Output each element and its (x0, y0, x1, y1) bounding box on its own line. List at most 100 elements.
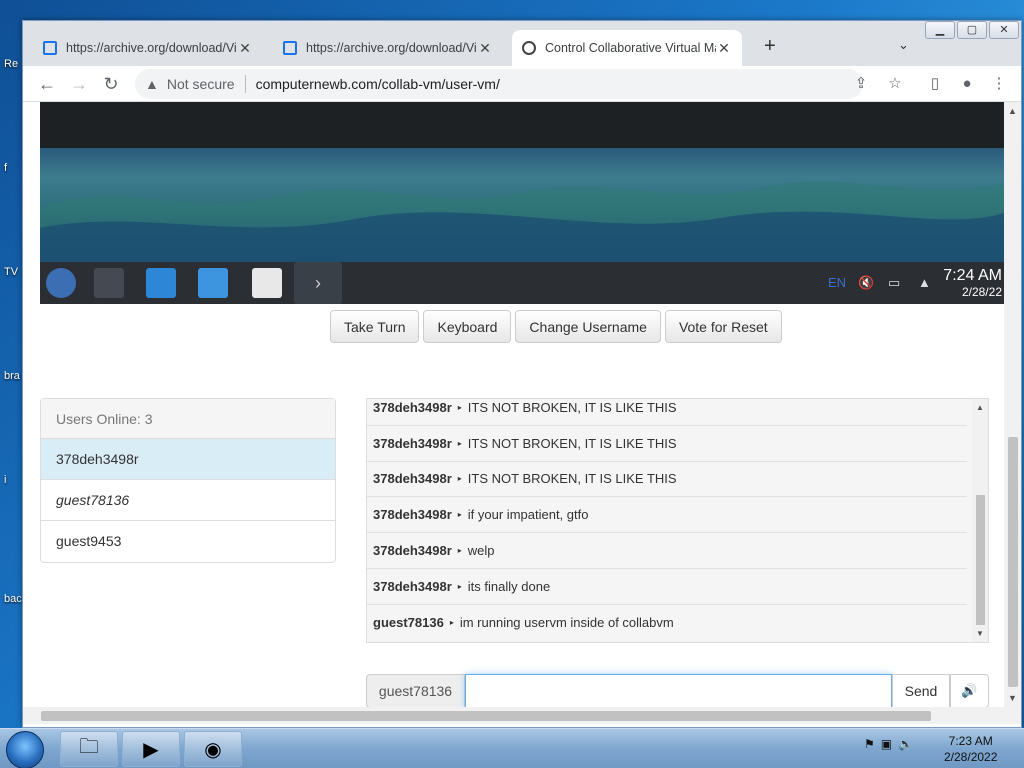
network-icon[interactable]: ▣ (881, 737, 892, 751)
vm-lang-indicator[interactable]: EN (828, 275, 846, 290)
bookmark-star-icon[interactable]: ☆ (885, 74, 905, 94)
chat-message: 378deh3498r ▸ ITS NOT BROKEN, IT IS LIKE… (367, 426, 967, 462)
chat-message-input[interactable] (465, 674, 892, 707)
chat-username[interactable]: guest78136 (373, 615, 444, 630)
desktop-icon-label[interactable]: f (4, 162, 7, 174)
users-online-panel: Users Online: 3 378deh3498r guest78136 g… (40, 398, 336, 563)
text-editor-icon[interactable] (252, 268, 282, 298)
page-horizontal-scrollbar[interactable] (23, 707, 1021, 724)
new-tab-button[interactable]: + (764, 35, 776, 58)
chat-username[interactable]: 378deh3498r (373, 471, 452, 486)
fedora-logo-icon[interactable] (46, 268, 76, 298)
software-store-icon[interactable] (146, 268, 176, 298)
chat-username-addon: guest78136 (366, 674, 465, 707)
take-turn-button[interactable]: Take Turn (330, 310, 420, 343)
profile-avatar-icon[interactable]: ● (957, 74, 977, 94)
vm-tray-expand-icon[interactable]: ▲ (918, 275, 931, 290)
chat-message: 378deh3498r ▸ welp (367, 533, 967, 569)
desktop-icon-label[interactable]: TV (4, 266, 18, 278)
user-list-item[interactable]: 378deh3498r (41, 439, 335, 480)
windows-clock[interactable]: 7:23 AM 2/28/2022 (944, 733, 997, 765)
minimize-button[interactable]: ▁ (925, 21, 955, 39)
chat-arrow-icon: ▸ (457, 510, 462, 519)
volume-icon[interactable]: 🔈 (898, 737, 913, 751)
chat-message: 378deh3498r ▸ ITS NOT BROKEN, IT IS LIKE… (367, 461, 967, 497)
browser-tab[interactable]: https://archive.org/download/Vir ✕ (33, 30, 263, 66)
chat-text: ITS NOT BROKEN, IT IS LIKE THIS (467, 436, 677, 451)
scroll-up-arrow-icon[interactable]: ▲ (1004, 106, 1021, 116)
vm-clock[interactable]: 7:24 AM 2/28/22 (943, 267, 1002, 299)
chat-text: ITS NOT BROKEN, IT IS LIKE THIS (467, 471, 677, 486)
user-list-item[interactable]: guest9453 (41, 521, 335, 562)
omnibox-divider (244, 75, 246, 93)
maximize-button[interactable]: ▢ (957, 21, 987, 39)
side-panel-icon[interactable]: ▯ (925, 74, 945, 94)
vote-reset-button[interactable]: Vote for Reset (664, 310, 782, 343)
desktop-icon-label[interactable]: bra (4, 370, 20, 382)
kebab-menu-icon[interactable]: ⋮ (989, 74, 1009, 94)
archive-favicon-icon (43, 41, 57, 55)
back-arrow-icon[interactable]: ← (35, 72, 59, 96)
file-explorer-taskbar-icon[interactable]: 🗀 (60, 731, 118, 767)
close-window-button[interactable]: ✕ (989, 21, 1019, 39)
change-username-button[interactable]: Change Username (515, 310, 661, 343)
browser-window: https://archive.org/download/Vir ✕ https… (22, 20, 1022, 728)
chat-message: 378deh3498r ▸ ITS NOT BROKEN, IT IS LIKE… (367, 399, 967, 426)
tab-title: https://archive.org/download/Vir (66, 41, 237, 55)
media-player-taskbar-icon[interactable]: ▶ (122, 731, 180, 767)
user-list-item[interactable]: guest78136 (41, 480, 335, 521)
chat-username[interactable]: 378deh3498r (373, 543, 452, 558)
desktop-icon-label[interactable]: bac (4, 593, 22, 605)
settings-sliders-icon[interactable] (94, 268, 124, 298)
share-icon[interactable]: ⇪ (851, 74, 871, 94)
chat-arrow-icon: ▸ (457, 582, 462, 591)
page-scroll-thumb[interactable] (1008, 437, 1018, 687)
desktop-icon-label[interactable]: Re (4, 58, 18, 70)
start-button[interactable] (6, 731, 44, 768)
chat-scrollbar[interactable]: ▲ ▼ (972, 399, 988, 642)
chat-username[interactable]: 378deh3498r (373, 579, 452, 594)
horizontal-scroll-thumb[interactable] (41, 711, 931, 721)
vm-network-icon[interactable]: ▭ (888, 275, 900, 291)
chat-arrow-icon: ▸ (457, 403, 462, 412)
action-center-icon[interactable]: ⚑ (864, 737, 875, 751)
url-text[interactable]: computernewb.com/collab-vm/user-vm/ (256, 76, 500, 92)
close-tab-icon[interactable]: ✕ (716, 40, 732, 57)
chat-username[interactable]: 378deh3498r (373, 400, 452, 415)
vm-screen[interactable]: › EN 🔇 ▭ ▲ 7:24 AM 2/28/22 (40, 102, 1004, 304)
scroll-down-arrow-icon[interactable]: ▼ (1004, 693, 1021, 703)
chat-message: 378deh3498r ▸ its finally done (367, 569, 967, 605)
vm-date: 2/28/22 (961, 285, 1002, 299)
tab-search-chevron-icon[interactable]: ⌄ (898, 37, 909, 53)
warning-triangle-icon[interactable]: ▲ (145, 76, 159, 92)
browser-tab[interactable]: https://archive.org/download/Vir ✕ (273, 30, 503, 66)
browser-tab-active[interactable]: Control Collaborative Virtual Ma ✕ (512, 30, 742, 66)
folder-icon[interactable] (198, 268, 228, 298)
forward-arrow-icon[interactable]: → (67, 72, 91, 96)
chrome-taskbar-icon[interactable]: ◉ (184, 731, 242, 767)
send-button[interactable]: Send (892, 674, 950, 707)
windows-time: 7:23 AM (948, 734, 993, 748)
users-online-header: Users Online: 3 (41, 399, 335, 439)
chat-text: if your impatient, gtfo (467, 507, 589, 522)
terminal-icon[interactable]: › (294, 262, 342, 304)
security-status[interactable]: Not secure (167, 76, 235, 92)
reload-icon[interactable]: ↻ (99, 72, 123, 96)
close-tab-icon[interactable]: ✕ (477, 40, 493, 57)
page-content: › EN 🔇 ▭ ▲ 7:24 AM 2/28/22 Take Turn Key… (23, 102, 1005, 707)
scroll-up-arrow-icon[interactable]: ▲ (972, 403, 988, 412)
close-tab-icon[interactable]: ✕ (237, 40, 253, 57)
chat-username[interactable]: 378deh3498r (373, 507, 452, 522)
desktop-icon-label[interactable]: i (4, 474, 6, 486)
scroll-down-arrow-icon[interactable]: ▼ (972, 629, 988, 638)
keyboard-button[interactable]: Keyboard (423, 310, 512, 343)
chat-scroll-thumb[interactable] (976, 495, 985, 625)
windows-date: 2/28/2022 (944, 750, 998, 764)
address-bar[interactable]: ▲ Not secure computernewb.com/collab-vm/… (135, 69, 863, 99)
chat-log[interactable]: 378deh3498r ▸ ITS NOT BROKEN, IT IS LIKE… (366, 398, 989, 643)
vm-volume-muted-icon[interactable]: 🔇 (858, 275, 874, 291)
vm-wallpaper-grass (40, 181, 1004, 262)
speaker-icon[interactable]: 🔊 (950, 674, 989, 707)
page-vertical-scrollbar[interactable]: ▲ ▼ (1004, 102, 1021, 707)
chat-username[interactable]: 378deh3498r (373, 436, 452, 451)
